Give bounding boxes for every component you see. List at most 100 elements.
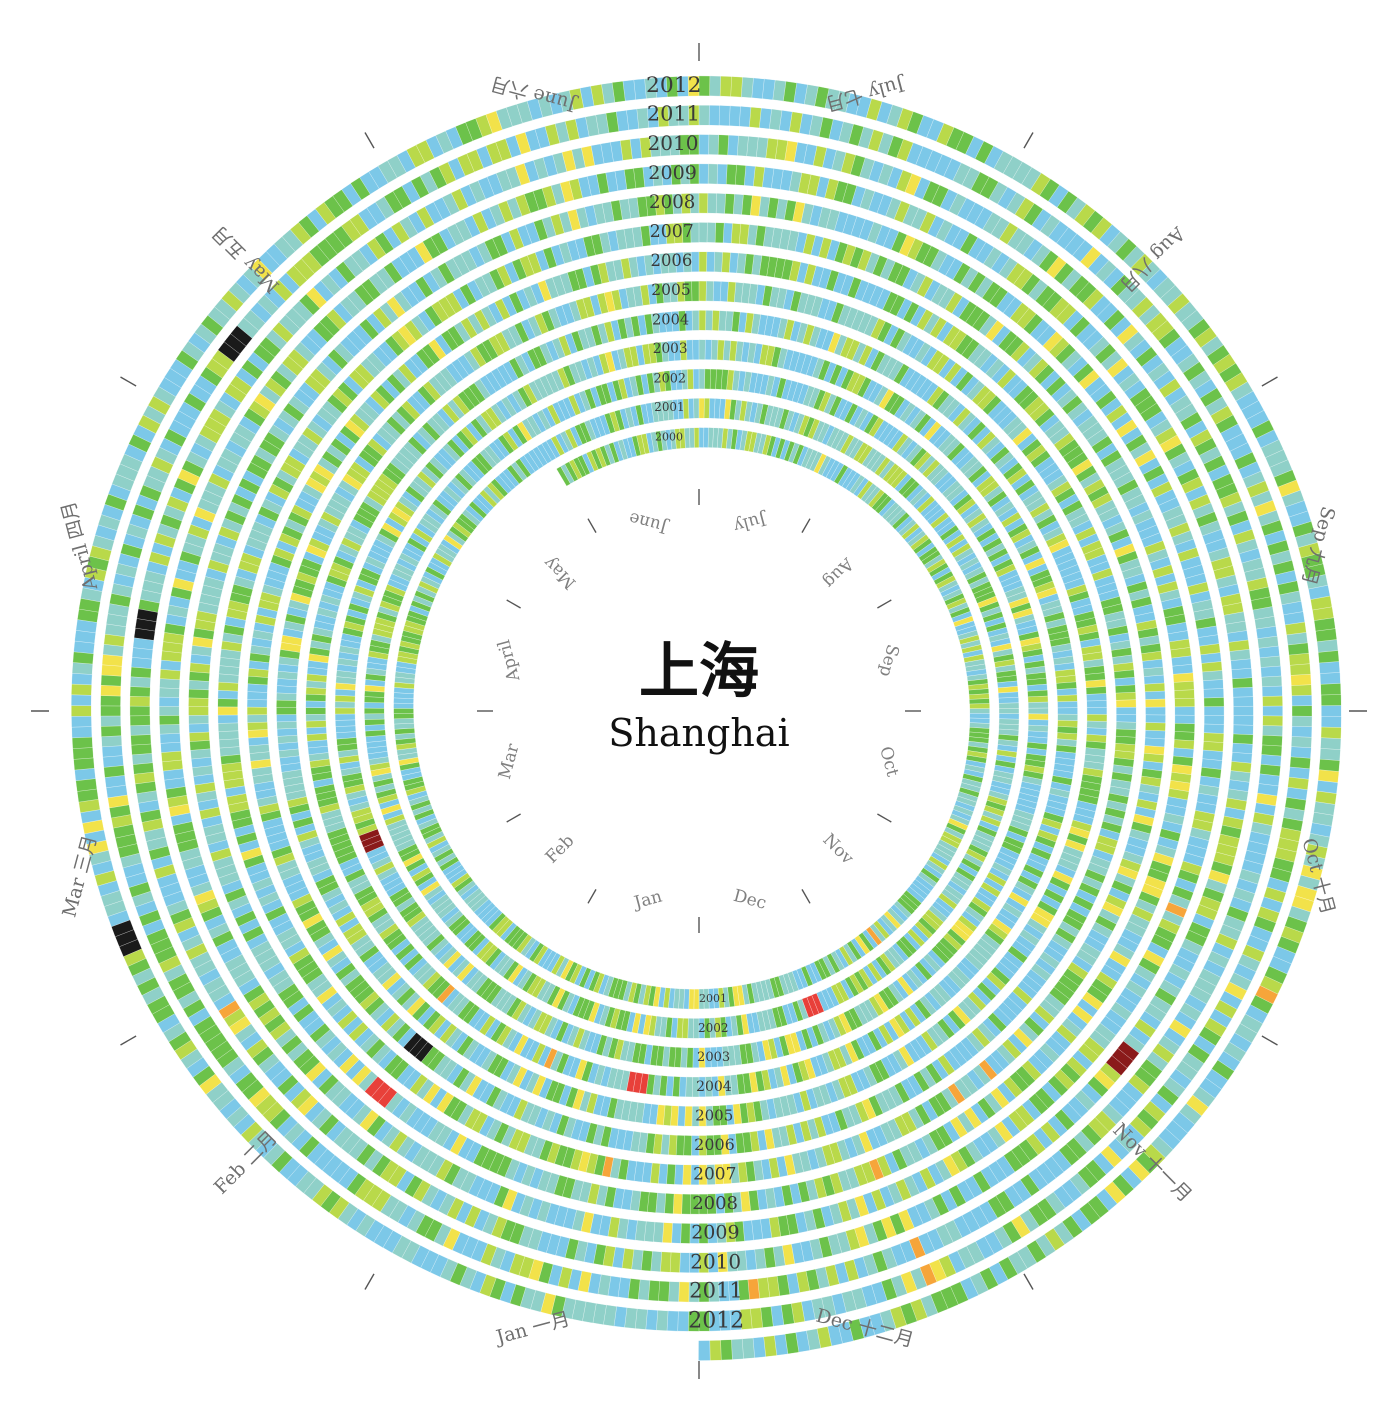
day-cell (1174, 714, 1196, 725)
day-cell (159, 723, 180, 735)
month-tick (877, 599, 892, 609)
year-label-top: 2004 (652, 311, 689, 328)
day-cell (131, 743, 153, 756)
day-cell (1086, 707, 1108, 716)
day-cell (1086, 693, 1107, 702)
day-cell (246, 698, 268, 708)
year-label-bottom: 2004 (696, 1079, 732, 1095)
day-cell (71, 694, 92, 706)
day-cell (189, 731, 210, 742)
day-cell (246, 706, 268, 716)
month-label-inner: April (494, 637, 524, 684)
day-cell (709, 1340, 722, 1361)
day-cell (130, 724, 151, 736)
title-chinese: 上海 (639, 637, 759, 707)
year-label-top: 2009 (648, 161, 697, 184)
day-cell (101, 735, 123, 748)
day-cell (305, 713, 327, 722)
day-cell (698, 339, 706, 360)
day-cell (1028, 713, 1049, 721)
day-cell (1057, 701, 1078, 709)
day-cell (1203, 697, 1225, 708)
month-tick (1261, 376, 1278, 387)
day-cell (334, 713, 356, 721)
day-cell (691, 280, 700, 302)
day-cell (217, 722, 239, 732)
day-cell (666, 1310, 679, 1332)
month-label-inner: Feb (542, 831, 579, 868)
day-cell (247, 728, 269, 739)
month-label-inner: Nov (819, 830, 858, 869)
day-cell (276, 720, 298, 730)
day-cell (1203, 706, 1225, 717)
day-cell (969, 708, 990, 714)
day-cell (305, 720, 327, 729)
month-label-inner: Aug (819, 553, 858, 592)
day-cell (690, 251, 700, 273)
day-cell (708, 134, 720, 155)
month-tick (1023, 132, 1034, 149)
day-cell (393, 713, 414, 720)
day-cell (188, 714, 209, 725)
day-cell (698, 192, 709, 214)
day-cell (698, 398, 705, 419)
day-cell (1203, 688, 1224, 699)
year-label-top: 2001 (654, 400, 684, 414)
day-cell (101, 745, 123, 758)
day-cell (188, 688, 209, 699)
day-cell (692, 339, 700, 360)
day-cell (305, 700, 326, 708)
day-cell (1115, 721, 1137, 731)
day-cell (129, 685, 151, 698)
month-label-inner: Sep (875, 642, 903, 679)
day-cell (335, 719, 356, 727)
day-cell (1145, 722, 1166, 732)
day-cell (691, 310, 700, 331)
day-cell (276, 727, 298, 737)
year-label-top: 2011 (647, 102, 700, 126)
year-label-bottom: 2002 (698, 1021, 729, 1035)
day-cell (1262, 715, 1283, 727)
year-label-bottom: 2005 (695, 1106, 733, 1124)
day-cell (276, 706, 297, 715)
day-cell (1145, 714, 1166, 724)
day-cell (1115, 692, 1137, 701)
day-cell (305, 707, 326, 715)
day-cell (698, 427, 705, 448)
day-cell (276, 713, 297, 723)
day-cell (677, 1310, 689, 1332)
day-cell (707, 192, 718, 214)
day-cell (719, 1339, 733, 1361)
day-cell (998, 697, 1019, 704)
day-cell (698, 1340, 711, 1361)
day-cell (730, 1338, 744, 1360)
day-cell (218, 730, 240, 741)
day-cell (1319, 672, 1341, 686)
day-cell (276, 699, 297, 708)
year-label-bottom: 2001 (699, 992, 727, 1005)
day-cell (71, 672, 93, 686)
day-cell (1115, 699, 1137, 708)
day-cell (687, 368, 694, 390)
day-cell (1057, 707, 1078, 715)
day-cell (159, 705, 180, 716)
year-label-top: 2012 (646, 73, 701, 98)
day-cell (717, 134, 730, 156)
day-cell (1320, 737, 1342, 751)
day-cell (100, 684, 122, 697)
day-cell (393, 707, 414, 714)
day-cell (1232, 677, 1253, 689)
day-cell (709, 75, 722, 97)
day-cell (698, 280, 707, 302)
day-cell (708, 105, 721, 126)
day-cell (1291, 684, 1312, 697)
day-cell (684, 1106, 693, 1127)
month-label-inner: Dec (731, 886, 768, 914)
day-cell (1320, 694, 1342, 707)
month-tick (587, 518, 597, 533)
day-cell (1261, 675, 1283, 688)
day-cell (217, 698, 239, 708)
day-cell (100, 705, 121, 717)
month-label-inner: Mar (495, 741, 524, 781)
year-label-bottom: 2011 (689, 1279, 742, 1303)
